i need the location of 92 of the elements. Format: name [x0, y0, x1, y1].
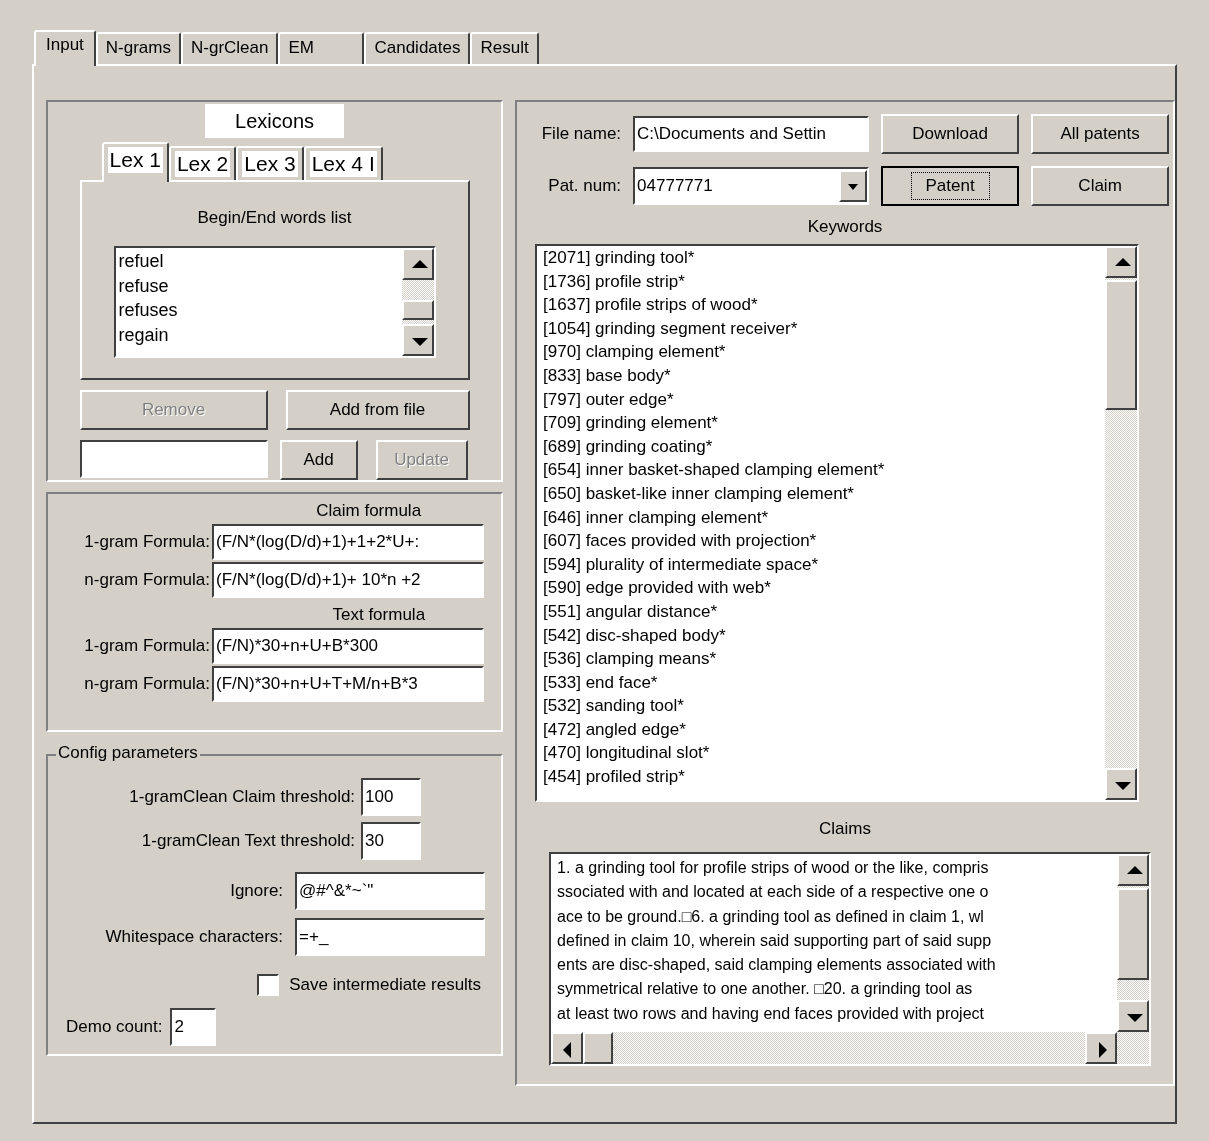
claims-title: Claims: [819, 818, 871, 840]
list-item[interactable]: refuel: [118, 249, 402, 274]
formula-label: 1-gram Formula:: [83, 635, 210, 658]
keyword-item[interactable]: [532] sanding tool*: [543, 694, 1106, 718]
add-from-file-button[interactable]: Add from file: [285, 390, 470, 430]
lexicons-title: Lexicons: [205, 104, 344, 138]
claim-text-line: ssociated with and located at each side of a respective one o: [557, 882, 990, 903]
config-label: Whitespace characters:: [105, 926, 284, 949]
formula-field[interactable]: (F/N*(log(D/d)+1)+ 10*n +2: [212, 562, 484, 598]
threshold-field[interactable]: 100: [361, 778, 422, 816]
keyword-item[interactable]: [470] longitudinal slot*: [543, 741, 1106, 766]
keyword-item[interactable]: [650] basket-like inner clamping element*: [543, 481, 1106, 506]
formula-field[interactable]: (F/N)*30+n+U+B*300: [212, 628, 484, 664]
keywords-list[interactable]: [535, 244, 1140, 802]
scrollbar[interactable]: [401, 248, 434, 356]
demo-count-label: Demo count:: [66, 1015, 163, 1038]
word-input-field[interactable]: [79, 440, 268, 478]
add-button[interactable]: Add: [279, 440, 358, 480]
keyword-item[interactable]: [472] angled edge*: [543, 717, 1106, 742]
list-item[interactable]: refuses: [118, 298, 402, 323]
tab[interactable]: Result: [470, 32, 539, 64]
keyword-item[interactable]: [551] angular distance*: [543, 599, 1106, 624]
threshold-label: 1-gramClean Text threshold:: [141, 830, 356, 853]
keyword-item[interactable]: [689] grinding coating*: [543, 434, 1106, 459]
scrollbar-thumb[interactable]: [1105, 280, 1138, 410]
patent-number-label: Pat. num:: [547, 175, 622, 198]
claim-text-line: at least two rows and having end faces provided with project: [557, 1003, 985, 1024]
formula-label: 1-gram Formula:: [83, 531, 210, 554]
tab[interactable]: Input: [34, 30, 96, 66]
list-item[interactable]: refuse: [118, 273, 402, 298]
tab[interactable]: N-grClean: [181, 32, 279, 64]
action-button[interactable]: Claim: [1031, 166, 1170, 206]
scrollbar-thumb[interactable]: [583, 1032, 614, 1064]
horizontal-scrollbar[interactable]: [551, 1032, 1150, 1064]
scrollbar[interactable]: [1105, 246, 1138, 800]
claim-text-line: 1. a grinding tool for profile strips of wood or the like, compris: [557, 858, 990, 878]
claim-text-line: ace to be ground.□6. a grinding tool as defined in claim 1, wl: [557, 906, 985, 927]
formula-field[interactable]: (F/N)*30+n+U+T+M/n+B*3: [212, 666, 484, 702]
claim-text-line: defined in claim 10, wherein said supporting part of said supp: [557, 930, 993, 951]
action-button[interactable]: Patent: [881, 166, 1020, 206]
keywords-title: Keywords: [807, 216, 883, 238]
demo-count-field[interactable]: 2: [170, 1007, 217, 1046]
words-list[interactable]: refuel refuse refuses regain: [113, 246, 436, 358]
claim-text-line: ents are disc-shaped, said clamping elements associated with: [557, 955, 997, 976]
keyword-item[interactable]: [709] grinding element*: [543, 411, 1106, 435]
lexicon-tab[interactable]: Lex 2: [168, 146, 237, 180]
checkbox-label: Save intermediate results: [289, 974, 482, 996]
lexicon-tab[interactable]: Lex 1: [101, 142, 169, 182]
config-field[interactable]: =+_: [295, 918, 486, 956]
keyword-item[interactable]: [1637] profile strips of wood*: [543, 293, 1106, 317]
threshold-label: 1-gramClean Claim threshold:: [129, 786, 356, 809]
keyword-item[interactable]: [1054] grinding segment receiver*: [543, 316, 1106, 341]
tab[interactable]: N-grams: [95, 32, 181, 64]
lexicon-tab[interactable]: Lex 3: [236, 146, 304, 180]
scrollbar[interactable]: [1117, 854, 1150, 1032]
checkbox[interactable]: [257, 973, 280, 996]
keyword-item[interactable]: [533] end face*: [543, 670, 1106, 695]
keyword-item[interactable]: [797] outer edge*: [543, 387, 1106, 412]
keyword-item[interactable]: [2071] grinding tool*: [543, 246, 1106, 270]
formula-label: n-gram Formula:: [83, 569, 210, 592]
keyword-item[interactable]: [1736] profile strip*: [543, 269, 1106, 294]
keyword-item[interactable]: [970] clamping element*: [543, 340, 1106, 364]
keyword-item[interactable]: [454] profiled strip*: [543, 765, 1106, 789]
scrollbar-thumb[interactable]: [1117, 888, 1150, 980]
list-title: Begin/End words list: [197, 207, 352, 229]
scrollbar-thumb[interactable]: [401, 300, 434, 320]
keyword-item[interactable]: [536] clamping means*: [543, 647, 1106, 671]
keyword-item[interactable]: [542] disc-shaped body*: [543, 623, 1106, 648]
keyword-item[interactable]: [646] inner clamping element*: [543, 505, 1106, 530]
action-button[interactable]: Download: [881, 114, 1020, 154]
lexicon-tab[interactable]: Lex 4 I: [303, 146, 383, 180]
tab[interactable]: Candidates: [364, 32, 471, 64]
keyword-item[interactable]: [833] base body*: [543, 363, 1106, 388]
claim-formula-title: Claim formula: [316, 500, 422, 522]
keyword-item[interactable]: [654] inner basket-shaped clamping element*: [543, 458, 1106, 482]
keyword-item[interactable]: [607] faces provided with projection*: [543, 529, 1106, 553]
text-formula-title: Text formula: [332, 604, 426, 626]
file-name-field[interactable]: C:\Documents and Settin: [633, 116, 870, 152]
config-label: Ignore:: [230, 880, 284, 903]
tab[interactable]: EM: [278, 32, 365, 64]
list-item[interactable]: regain: [118, 322, 402, 347]
claim-text-line: symmetrical relative to one another. □20. a grinding tool as: [557, 979, 974, 1000]
claims-text-area[interactable]: [549, 852, 1152, 1066]
file-name-label: File name:: [540, 123, 622, 146]
formula-field[interactable]: (F/N*(log(D/d)+1)+1+2*U+:: [212, 524, 484, 560]
threshold-field[interactable]: 30: [361, 822, 422, 860]
config-field[interactable]: @#^&*~`": [295, 872, 486, 910]
patent-number-combobox[interactable]: 04777771: [633, 167, 870, 205]
formula-label: n-gram Formula:: [83, 673, 210, 696]
keyword-item[interactable]: [590] edge provided with web*: [543, 576, 1106, 600]
keyword-item[interactable]: [594] plurality of intermediate space*: [543, 552, 1106, 577]
action-button[interactable]: All patents: [1031, 114, 1170, 154]
